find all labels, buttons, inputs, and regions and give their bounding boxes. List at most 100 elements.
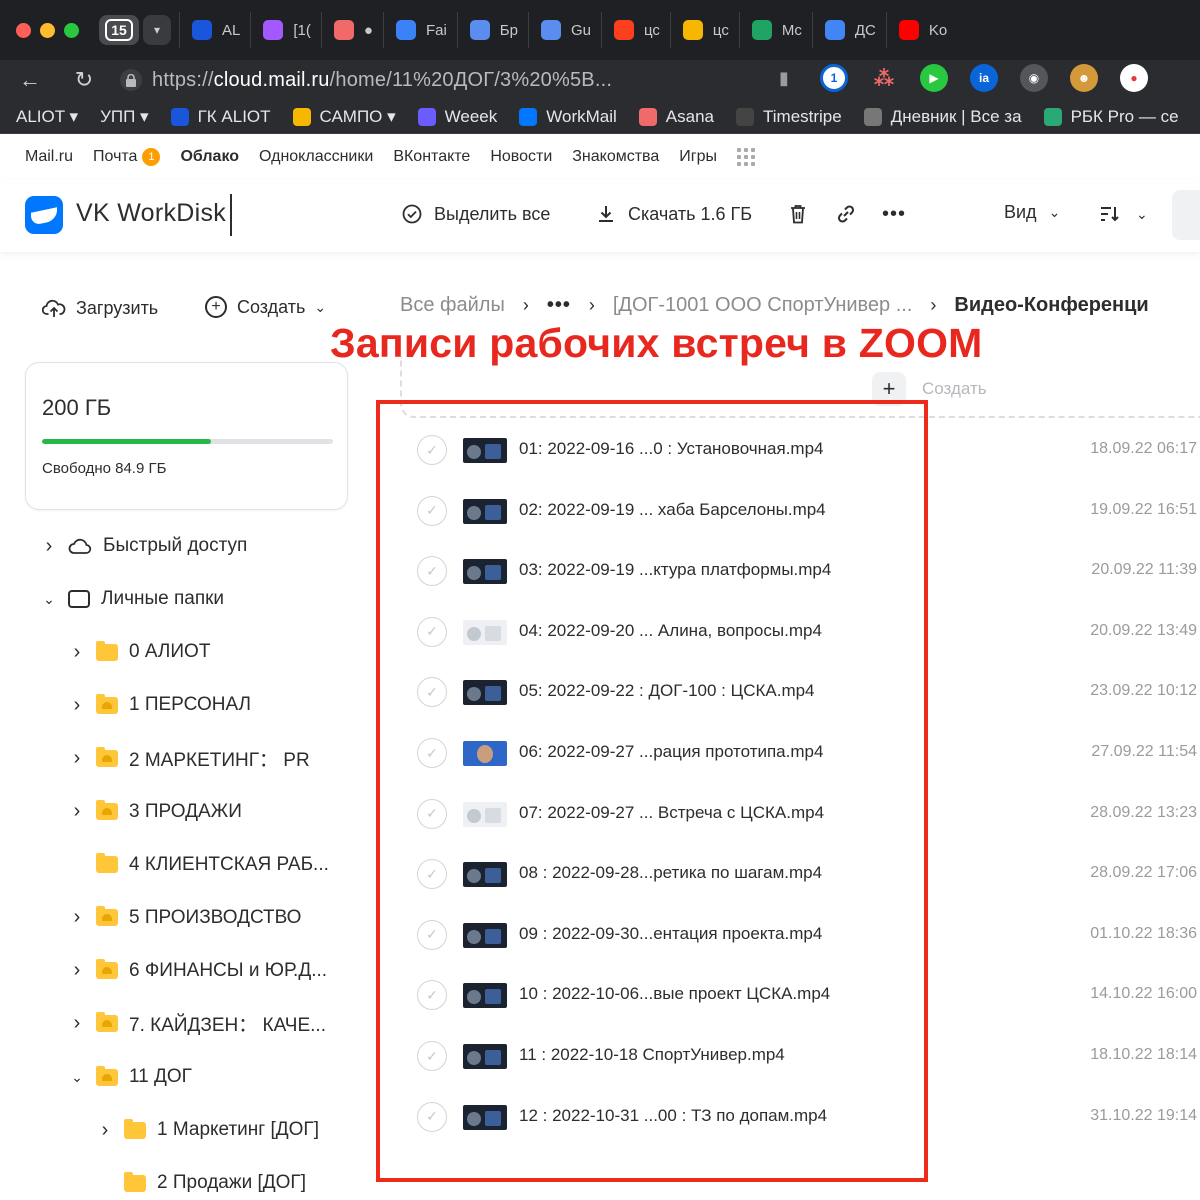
tree-item[interactable]: ⌄ 11 ДОГ	[0, 1057, 360, 1097]
tab-count-button[interactable]: 15	[99, 15, 139, 45]
bookmark-item[interactable]: Дневник | Все за	[863, 107, 1022, 127]
reload-icon[interactable]: ↻	[68, 64, 100, 96]
tree-item[interactable]: › 1 ПЕРСОНАЛ	[0, 685, 360, 725]
checkbox-circle-icon[interactable]: ✓	[417, 798, 447, 829]
file-name[interactable]: 09 : 2022-09-30...ентация проекта.mp4	[519, 924, 822, 944]
chevron-right-icon[interactable]: ›	[98, 1119, 112, 1141]
tree-item[interactable]: › 6 ФИНАНСЫ и ЮР.Д...	[0, 951, 360, 991]
portal-link[interactable]: Одноклассники	[259, 148, 373, 166]
apps-grid-icon[interactable]	[737, 148, 756, 166]
chevron-right-icon[interactable]: ›	[70, 800, 84, 822]
file-name[interactable]: 05: 2022-09-22 : ДОГ-100 : ЦСКА.mp4	[519, 681, 815, 701]
header-side-panel[interactable]	[1172, 190, 1200, 240]
chevron-down-icon[interactable]: ⌄	[70, 1069, 84, 1085]
checkbox-circle-icon[interactable]: ✓	[417, 435, 447, 465]
tree-item[interactable]: › 0 АЛИОТ	[0, 632, 360, 672]
browser-tab[interactable]: ДС	[811, 12, 886, 48]
file-name[interactable]: 03: 2022-09-19 ...ктура платформы.mp4	[519, 560, 831, 580]
tree-item[interactable]: › 3 ПРОДАЖИ	[0, 792, 360, 832]
file-name[interactable]: 08 : 2022-09-28...ретика по шагам.mp4	[519, 863, 822, 883]
file-name[interactable]: 02: 2022-09-19 ... хаба Барселоны.mp4	[519, 500, 826, 520]
browser-tab[interactable]: цс	[600, 12, 670, 48]
maximize-window-button[interactable]	[64, 22, 79, 38]
file-name[interactable]: 07: 2022-09-27 ... Встреча с ЦСКА.mp4	[519, 803, 824, 823]
tree-item[interactable]: › Быстрый доступ	[0, 526, 360, 566]
breadcrumb-parent[interactable]: [ДОГ-1001 ООО СпортУнивер ...	[613, 294, 913, 317]
file-row[interactable]: ✓ 06: 2022-09-27 ...рация прототипа.mp4 27…	[400, 723, 1200, 783]
chevron-right-icon[interactable]: ›	[70, 694, 84, 716]
play-extension-icon[interactable]: ▶	[920, 64, 948, 92]
file-row[interactable]: ✓ 05: 2022-09-22 : ДОГ-100 : ЦСКА.mp4 23.0…	[400, 662, 1200, 722]
browser-tab[interactable]: цс	[669, 12, 739, 48]
dropzone-create-label[interactable]: Создать	[922, 379, 987, 399]
browser-tab[interactable]: AL	[179, 12, 250, 48]
back-arrow-icon[interactable]: ←	[14, 64, 46, 96]
tree-item[interactable]: ⌄ Личные папки	[0, 579, 360, 619]
record-extension-icon[interactable]: ●	[1120, 64, 1148, 92]
browser-tab[interactable]: Бр	[456, 12, 528, 48]
checkbox-circle-icon[interactable]: ✓	[417, 738, 447, 768]
chevron-right-icon[interactable]: ›	[70, 959, 84, 981]
bookmark-item[interactable]: Weeek	[417, 107, 497, 127]
close-window-button[interactable]	[16, 22, 31, 38]
browser-tab[interactable]: ●	[320, 12, 383, 48]
asana-extension-icon[interactable]: ⁂	[870, 64, 898, 92]
camera-extension-icon[interactable]: ◉	[1020, 64, 1048, 92]
file-row[interactable]: ✓ 04: 2022-09-20 ... Алина, вопросы.mp4 20…	[400, 602, 1200, 662]
checkbox-circle-icon[interactable]: ✓	[417, 556, 447, 587]
file-row[interactable]: ✓ 12 : 2022-10-31 ...00 : ТЗ по допам.mp4…	[400, 1087, 1200, 1147]
file-name[interactable]: 04: 2022-09-20 ... Алина, вопросы.mp4	[519, 621, 822, 641]
tree-item[interactable]: 2 Продажи [ДОГ]	[0, 1163, 360, 1200]
share-link-button[interactable]	[834, 202, 868, 226]
checkbox-circle-icon[interactable]: ✓	[417, 1101, 447, 1132]
sort-dropdown[interactable]: ⌄	[1098, 202, 1148, 226]
chevron-right-icon[interactable]: ›	[70, 1012, 84, 1034]
bookmark-item[interactable]: ALIOT ▾	[16, 107, 78, 127]
file-name[interactable]: 10 : 2022-10-06...вые проект ЦСКА.mp4	[519, 984, 830, 1004]
minimize-window-button[interactable]	[40, 22, 55, 38]
tree-item[interactable]: › 5 ПРОИЗВОДСТВО	[0, 898, 360, 938]
portal-link[interactable]: Игры	[679, 148, 717, 166]
bookmark-star-icon[interactable]: ▮	[770, 64, 798, 92]
storage-widget[interactable]: 200 ГБ Свободно 84.9 ГБ	[25, 362, 348, 510]
select-all-button[interactable]: Выделить все	[400, 202, 550, 226]
checkbox-circle-icon[interactable]: ✓	[417, 677, 447, 708]
file-name[interactable]: 01: 2022-09-16 ...0 : Установочная.mp4	[519, 439, 824, 459]
file-row[interactable]: ✓ 08 : 2022-09-28...ретика по шагам.mp4 28…	[400, 844, 1200, 904]
browser-tab[interactable]: Ko	[885, 12, 957, 48]
chevron-right-icon[interactable]: ›	[70, 906, 84, 928]
chevron-down-icon[interactable]: ▾	[143, 15, 171, 45]
browser-tab[interactable]: Fai	[382, 12, 457, 48]
view-dropdown[interactable]: Вид ⌄	[1004, 202, 1060, 223]
bookmark-item[interactable]: Timestripe	[736, 107, 842, 127]
file-name[interactable]: 12 : 2022-10-31 ...00 : ТЗ по допам.mp4	[519, 1106, 827, 1126]
checkbox-circle-icon[interactable]: ✓	[417, 1041, 447, 1071]
file-name[interactable]: 06: 2022-09-27 ...рация прототипа.mp4	[519, 742, 823, 762]
upload-button[interactable]: Загрузить	[42, 296, 158, 320]
breadcrumb-root[interactable]: Все файлы	[400, 294, 505, 317]
portal-link[interactable]: Новости	[490, 148, 552, 166]
file-name[interactable]: 11 : 2022-10-18 СпортУнивер.mp4	[519, 1045, 785, 1065]
file-row[interactable]: ✓ 03: 2022-09-19 ...ктура платформы.mp4 20…	[400, 541, 1200, 601]
checkbox-circle-icon[interactable]: ✓	[417, 980, 447, 1011]
portal-link[interactable]: ВКонтакте	[393, 148, 470, 166]
portal-link[interactable]: Знакомства	[572, 148, 659, 166]
file-row[interactable]: ✓ 09 : 2022-09-30...ентация проекта.mp4 01…	[400, 905, 1200, 965]
breadcrumb-ellipsis[interactable]: •••	[547, 294, 571, 317]
plus-icon[interactable]: +	[872, 372, 906, 406]
bookmark-item[interactable]: РБК Pro — се	[1043, 107, 1179, 127]
file-row[interactable]: ✓ 02: 2022-09-19 ... хаба Барселоны.mp4 19…	[400, 481, 1200, 541]
chevron-right-icon[interactable]	[70, 858, 84, 872]
tree-item[interactable]: › 7. КАЙДЗЕН： КАЧЕ...	[0, 1004, 360, 1044]
portal-link[interactable]: Mail.ru	[25, 148, 73, 166]
workdisk-logo-icon[interactable]	[25, 196, 63, 234]
bookmark-item[interactable]: Asana	[638, 107, 714, 127]
checkbox-circle-icon[interactable]: ✓	[417, 859, 447, 890]
more-actions-button[interactable]: •••	[882, 202, 916, 226]
bookmark-item[interactable]: УПП ▾	[100, 107, 149, 127]
delete-button[interactable]	[786, 202, 820, 226]
file-row[interactable]: ✓ 11 : 2022-10-18 СпортУнивер.mp4 18.10.22…	[400, 1026, 1200, 1086]
file-row[interactable]: ✓ 01: 2022-09-16 ...0 : Установочная.mp4 1…	[400, 420, 1200, 480]
checkbox-circle-icon[interactable]: ✓	[417, 616, 447, 647]
onepassword-extension-icon[interactable]: 1	[820, 64, 848, 92]
